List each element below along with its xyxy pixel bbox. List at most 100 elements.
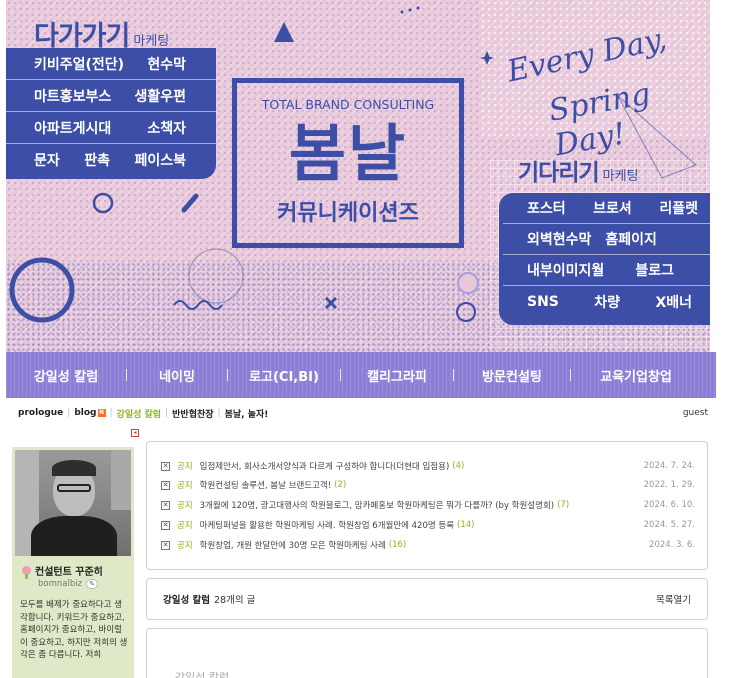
notice-tag: 공지 bbox=[177, 462, 193, 472]
notice-tag: 공지 bbox=[177, 541, 193, 551]
keyword: 차량 bbox=[594, 294, 621, 311]
blog-menu: prologue | blog N | 강일성 칼럼 | 반반협찬장 | 봄날, … bbox=[18, 406, 708, 420]
keyword: 아파트게시대 bbox=[34, 120, 112, 137]
keyword: SNS bbox=[527, 293, 559, 310]
ring-shape bbox=[188, 248, 244, 304]
ring-shape bbox=[457, 272, 479, 294]
comment-count[interactable]: (4) bbox=[452, 461, 464, 471]
collapse-sidebar-icon[interactable]: ◂ bbox=[131, 429, 139, 437]
ring-shape bbox=[456, 302, 476, 322]
ring-shape bbox=[9, 257, 75, 323]
keyword: 생활우편 bbox=[134, 88, 186, 105]
nav-calligraphy[interactable]: 캘리그라피 bbox=[341, 366, 453, 385]
logo-tagline: TOTAL BRAND CONSULTING bbox=[261, 97, 435, 112]
notice-title[interactable]: 학원창업, 개원 한달만에 30명 모은 학원마케팅 사례 bbox=[200, 539, 386, 551]
keyword: 현수막 bbox=[147, 56, 186, 73]
keyword-row: 키비주얼(전단) 현수막 bbox=[6, 48, 216, 80]
notice-row[interactable]: ✕ 공지 학원컨설팅 솔루션, 봄날 브랜드고객! (2) 2022. 1. 2… bbox=[161, 478, 695, 492]
triangle-icon bbox=[274, 22, 294, 42]
keyword: 내부이미지월 bbox=[527, 263, 605, 279]
menu-play[interactable]: 봄날, 놀자! bbox=[221, 407, 273, 420]
notice-date: 2024. 3. 6. bbox=[649, 540, 695, 550]
keyword-row: 아파트게시대 소책자 bbox=[6, 112, 216, 144]
keyword: 브로셔 bbox=[593, 201, 632, 217]
menu-sponsor[interactable]: 반반협찬장 bbox=[168, 407, 217, 420]
post-panel: 강일성 칼럼 bbox=[146, 628, 708, 678]
notice-row[interactable]: ✕ 공지 3개월에 120명, 광고대행사의 학원블로그, 맘카페홍보 학원마케… bbox=[161, 498, 695, 512]
keyword: 키비주얼(전단) bbox=[34, 56, 125, 73]
post-count: 28개의 글 bbox=[214, 595, 256, 606]
post-list-header: 강일성 칼럼 28개의 글 목록열기 bbox=[146, 578, 708, 620]
keyword-row: 외벽현수막 홈페이지 bbox=[503, 224, 710, 255]
keyword: 페이스북 bbox=[134, 153, 186, 169]
blog-banner: 다가가기 마케팅 키비주얼(전단) 현수막 마트홍보부스 생활우편 아파트게시대 … bbox=[6, 0, 710, 352]
notice-row[interactable]: ✕ 공지 마케팅퍼널을 활용한 학원마케팅 사례. 학원창업 6개월만에 420… bbox=[161, 518, 695, 532]
keyword-row: 내부이미지월 블로그 bbox=[503, 255, 710, 286]
notice-date: 2024. 6. 10. bbox=[643, 500, 695, 510]
nav-logo[interactable]: 로고(CI,BI) bbox=[228, 366, 340, 385]
notice-panel: ✕ 공지 입점제안서, 회사소개서양식과 다르게 구성하야 합니다(더현대 입점… bbox=[146, 441, 708, 570]
nav-naming[interactable]: 네이밍 bbox=[127, 366, 227, 385]
slash-shape bbox=[181, 193, 199, 213]
ring-shape bbox=[92, 192, 114, 214]
sparkle-icon bbox=[480, 51, 494, 65]
notice-date: 2024. 7. 24. bbox=[643, 461, 695, 471]
notice-title[interactable]: 입점제안서, 회사소개서양식과 다르게 구성하야 합니다(더현대 입점용) bbox=[200, 460, 450, 472]
comment-count[interactable]: (16) bbox=[389, 540, 406, 550]
profile-description: 모두를 배제가 중요하다고 생각합니다. 키워드가 중요하고, 홈페이지가 중요… bbox=[20, 600, 128, 660]
open-list-button[interactable]: 목록열기 bbox=[656, 592, 691, 606]
keyword-row: SNS 차량 X배너 bbox=[503, 286, 710, 317]
brand-logo: TOTAL BRAND CONSULTING 봄날 커뮤니케이션즈 bbox=[232, 78, 464, 248]
keyword: 홈페이지 bbox=[605, 232, 657, 248]
right-section-title: 기다리기 마케팅 bbox=[518, 153, 639, 187]
cross-icon bbox=[324, 296, 338, 310]
notice-row[interactable]: ✕ 공지 입점제안서, 회사소개서양식과 다르게 구성하야 합니다(더현대 입점… bbox=[161, 459, 695, 473]
nav-consulting[interactable]: 방문컨설팅 bbox=[454, 366, 570, 385]
comment-count[interactable]: (2) bbox=[334, 480, 346, 490]
guest-link[interactable]: guest bbox=[683, 408, 708, 418]
keyword: 문자 bbox=[34, 153, 60, 169]
logo-wordmark: 봄날 bbox=[288, 117, 408, 190]
comment-count[interactable]: (7) bbox=[557, 500, 569, 510]
checkbox-icon: ✕ bbox=[161, 480, 170, 490]
menu-column[interactable]: 강일성 칼럼 bbox=[113, 407, 166, 420]
checkbox-icon: ✕ bbox=[161, 520, 170, 530]
keyword: 포스터 bbox=[527, 201, 566, 217]
new-badge: N bbox=[97, 408, 106, 417]
profile-photo[interactable] bbox=[15, 450, 131, 556]
profile-id: bomnalbiz ✎ bbox=[38, 579, 99, 589]
notice-title[interactable]: 학원컨설팅 솔루션, 봄날 브랜드고객! bbox=[200, 479, 332, 491]
dots-icon bbox=[400, 6, 420, 14]
category-name: 강일성 칼럼 bbox=[163, 595, 211, 606]
edit-icon[interactable]: ✎ bbox=[86, 579, 99, 589]
checkbox-icon: ✕ bbox=[161, 461, 170, 471]
menu-blog[interactable]: blog N bbox=[70, 408, 109, 418]
keyword: 외벽현수막 bbox=[527, 232, 592, 248]
menu-prologue[interactable]: prologue bbox=[18, 408, 67, 418]
profile-name[interactable]: 컨설턴트 꾸준히 bbox=[22, 563, 103, 579]
profile-name-text: 컨설턴트 꾸준히 bbox=[35, 567, 103, 578]
keyword: 마트홍보부스 bbox=[34, 88, 112, 105]
notice-title[interactable]: 마케팅퍼널을 활용한 학원마케팅 사례. 학원창업 6개월만에 420명 등록 bbox=[200, 519, 454, 531]
menu-blog-label: blog bbox=[74, 408, 97, 418]
keyword: 리플렛 bbox=[659, 201, 698, 217]
comment-count[interactable]: (14) bbox=[457, 520, 474, 530]
notice-row[interactable]: ✕ 공지 학원창업, 개원 한달만에 30명 모은 학원마케팅 사례 (16) … bbox=[161, 538, 695, 552]
notice-tag: 공지 bbox=[177, 501, 193, 511]
checkbox-icon: ✕ bbox=[161, 540, 170, 550]
wave-shape bbox=[173, 300, 223, 310]
banner-nav: 강일성 칼럼 네이밍 로고(CI,BI) 캘리그라피 방문컨설팅 교육기업창업 bbox=[6, 352, 716, 398]
notice-date: 2024. 5. 27. bbox=[643, 520, 695, 530]
nav-column[interactable]: 강일성 칼럼 bbox=[6, 366, 126, 385]
left-title-sub: 마케팅 bbox=[133, 34, 170, 49]
keyword: 판촉 bbox=[84, 153, 110, 169]
right-keyword-box: 포스터 브로셔 리플렛 외벽현수막 홈페이지 내부이미지월 블로그 SNS 차량… bbox=[499, 193, 710, 325]
nav-startup[interactable]: 교육기업창업 bbox=[571, 366, 701, 385]
keyword-row: 포스터 브로셔 리플렛 bbox=[503, 193, 710, 224]
post-category-label[interactable]: 강일성 칼럼 bbox=[175, 669, 229, 678]
notice-title[interactable]: 3개월에 120명, 광고대행사의 학원블로그, 맘카페홍보 학원마케팅은 뭐가… bbox=[200, 499, 554, 511]
flower-icon bbox=[22, 566, 31, 579]
notice-tag: 공지 bbox=[177, 521, 193, 531]
notice-tag: 공지 bbox=[177, 481, 193, 491]
notice-date: 2022. 1. 29. bbox=[643, 480, 695, 490]
